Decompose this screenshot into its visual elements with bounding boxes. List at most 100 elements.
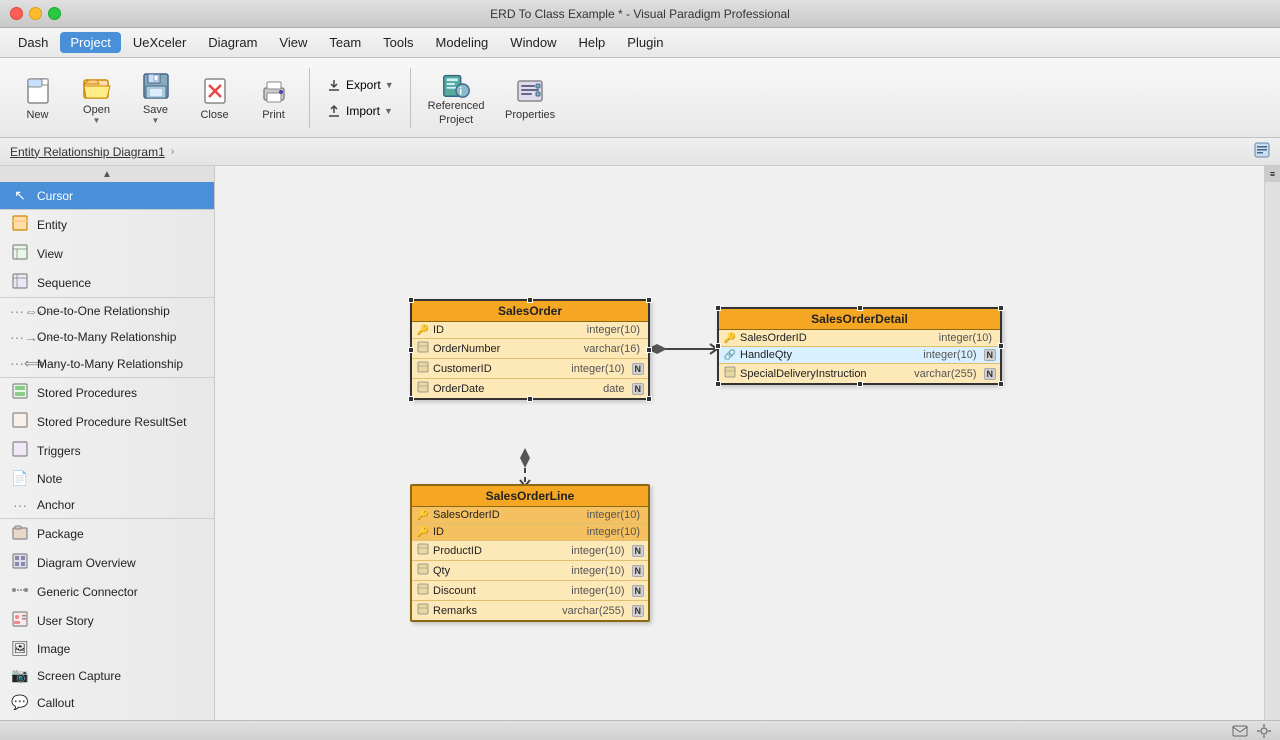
export-button[interactable]: Export ▼	[318, 74, 402, 96]
sidebar-item-diagram-overview[interactable]: Diagram Overview	[0, 548, 214, 577]
menu-plugin[interactable]: Plugin	[617, 32, 673, 53]
mail-icon[interactable]	[1232, 723, 1248, 739]
sidebar-item-entity[interactable]: Entity	[0, 210, 214, 239]
import-label: Import	[346, 104, 380, 118]
menu-team[interactable]: Team	[319, 32, 371, 53]
screen-capture-icon: 📷	[10, 667, 30, 684]
menu-project[interactable]: Project	[60, 32, 120, 53]
close-label: Close	[200, 109, 228, 121]
sidebar-item-triggers[interactable]: Triggers	[0, 436, 214, 465]
menu-diagram[interactable]: Diagram	[198, 32, 267, 53]
close-window-button[interactable]	[10, 7, 23, 20]
import-button[interactable]: Import ▼	[318, 100, 402, 122]
sales-order-row-customerid[interactable]: CustomerID integer(10) N	[412, 359, 648, 379]
sidebar-item-generic-connector[interactable]: Generic Connector	[0, 577, 214, 606]
column-icon-sod	[723, 366, 737, 381]
sidebar-item-rectangle[interactable]: Rectangle	[0, 716, 214, 720]
sidebar-item-many-to-many[interactable]: ···⟺··· Many-to-Many Relationship	[0, 350, 214, 377]
nullable-badge-2: N	[632, 383, 645, 395]
sod-row-handleqty[interactable]: 🔗 HandleQty integer(10) N	[719, 347, 1000, 364]
print-button[interactable]: Print	[246, 64, 301, 132]
menu-dash[interactable]: Dash	[8, 32, 58, 53]
sol-row-id[interactable]: 🔑 ID integer(10)	[412, 524, 648, 541]
breadcrumb-path[interactable]: Entity Relationship Diagram1	[10, 145, 165, 159]
sidebar-item-stored-procedure-resultset[interactable]: Stored Procedure ResultSet	[0, 407, 214, 436]
sales-order-line-table[interactable]: SalesOrderLine 🔑 SalesOrderID integer(10…	[410, 484, 650, 622]
window-controls[interactable]	[10, 7, 61, 20]
one-to-many-icon: ···→···	[10, 329, 30, 345]
menu-modeling[interactable]: Modeling	[426, 32, 499, 53]
sol-row-salesorderid[interactable]: 🔑 SalesOrderID integer(10)	[412, 507, 648, 524]
menu-help[interactable]: Help	[569, 32, 616, 53]
right-scroll-panel: ≡	[1264, 166, 1280, 720]
sales-order-table[interactable]: SalesOrder 🔑 ID integer(10) OrderNumber …	[410, 299, 650, 400]
settings-icon[interactable]	[1256, 723, 1272, 739]
sales-order-title: SalesOrder	[412, 301, 648, 322]
sod-row-salesorderid[interactable]: 🔑 SalesOrderID integer(10)	[719, 330, 1000, 347]
properties-label: Properties	[505, 109, 555, 121]
callout-icon: 💬	[10, 694, 30, 711]
minimize-window-button[interactable]	[29, 7, 42, 20]
open-button[interactable]: Open ▼	[69, 64, 124, 132]
sidebar-item-note[interactable]: 📄 Note	[0, 465, 214, 492]
properties-button[interactable]: Properties	[498, 64, 563, 132]
menu-window[interactable]: Window	[500, 32, 566, 53]
open-icon	[81, 70, 113, 102]
diagram-overview-icon	[10, 553, 30, 572]
column-icon-sol2	[416, 563, 430, 578]
sidebar-item-many-to-many-label: Many-to-Many Relationship	[37, 357, 183, 371]
statusbar	[0, 720, 1280, 740]
column-icon-3	[416, 381, 430, 396]
sales-order-detail-table[interactable]: SalesOrderDetail 🔑 SalesOrderID integer(…	[717, 307, 1002, 385]
sidebar-item-one-to-one[interactable]: ···⇔··· One-to-One Relationship	[0, 298, 214, 324]
triggers-icon	[10, 441, 30, 460]
sidebar-item-image[interactable]: 🖼 Image	[0, 635, 214, 662]
sidebar-item-cursor-label: Cursor	[37, 189, 73, 203]
sidebar-item-screen-capture[interactable]: 📷 Screen Capture	[0, 662, 214, 689]
referenced-project-button[interactable]: i Referenced Project	[419, 64, 494, 132]
sidebar-item-stored-procedures[interactable]: Stored Procedures	[0, 378, 214, 407]
one-to-one-icon: ···⇔···	[10, 303, 30, 319]
sidebar-scroll-up[interactable]: ▲	[0, 166, 214, 182]
sol-row-remarks[interactable]: Remarks varchar(255) N	[412, 601, 648, 620]
sidebar-item-stored-procedure-resultset-label: Stored Procedure ResultSet	[37, 415, 186, 429]
properties-icon	[514, 75, 546, 107]
sidebar-item-callout[interactable]: 💬 Callout	[0, 689, 214, 716]
sidebar-item-user-story[interactable]: User Story	[0, 606, 214, 635]
save-button[interactable]: Save ▼	[128, 64, 183, 132]
foreign-key-icon-sod: 🔗	[723, 350, 737, 361]
sol-row-discount[interactable]: Discount integer(10) N	[412, 581, 648, 601]
sidebar-item-one-to-many[interactable]: ···→··· One-to-Many Relationship	[0, 324, 214, 350]
sidebar-item-generic-connector-label: Generic Connector	[37, 585, 138, 599]
maximize-window-button[interactable]	[48, 7, 61, 20]
stored-procedure-resultset-icon	[10, 412, 30, 431]
column-icon	[416, 341, 430, 356]
referenced-project-label: Referenced Project	[423, 100, 490, 126]
sol-row-productid[interactable]: ProductID integer(10) N	[412, 541, 648, 561]
nullable-sol4: N	[632, 605, 645, 617]
sales-order-detail-title: SalesOrderDetail	[719, 309, 1000, 330]
new-icon	[22, 75, 54, 107]
scroll-right-icon[interactable]: ≡	[1265, 166, 1280, 182]
diagram-canvas[interactable]: SalesOrder 🔑 ID integer(10) OrderNumber …	[215, 166, 1264, 720]
sidebar-item-sequence[interactable]: Sequence	[0, 268, 214, 297]
menu-tools[interactable]: Tools	[373, 32, 423, 53]
generic-connector-icon	[10, 582, 30, 601]
sidebar-item-anchor-label: Anchor	[37, 498, 75, 512]
sales-order-row-ordernumber[interactable]: OrderNumber varchar(16)	[412, 339, 648, 359]
sidebar-item-anchor[interactable]: ··· Anchor	[0, 492, 214, 518]
sidebar-item-cursor[interactable]: ↖ Cursor	[0, 182, 214, 209]
menu-view[interactable]: View	[269, 32, 317, 53]
sidebar-item-view[interactable]: View	[0, 239, 214, 268]
diagram-options-icon[interactable]	[1254, 142, 1270, 158]
sol-row-qty[interactable]: Qty integer(10) N	[412, 561, 648, 581]
sales-order-row-id[interactable]: 🔑 ID integer(10)	[412, 322, 648, 339]
close-button[interactable]: Close	[187, 64, 242, 132]
referenced-project-icon: i	[440, 68, 472, 100]
sidebar-item-package[interactable]: Package	[0, 519, 214, 548]
menu-uexceler[interactable]: UeXceler	[123, 32, 196, 53]
new-button[interactable]: New	[10, 64, 65, 132]
sidebar-item-note-label: Note	[37, 472, 62, 486]
column-icon-sol1	[416, 543, 430, 558]
toolbar-separator-2	[410, 68, 411, 128]
